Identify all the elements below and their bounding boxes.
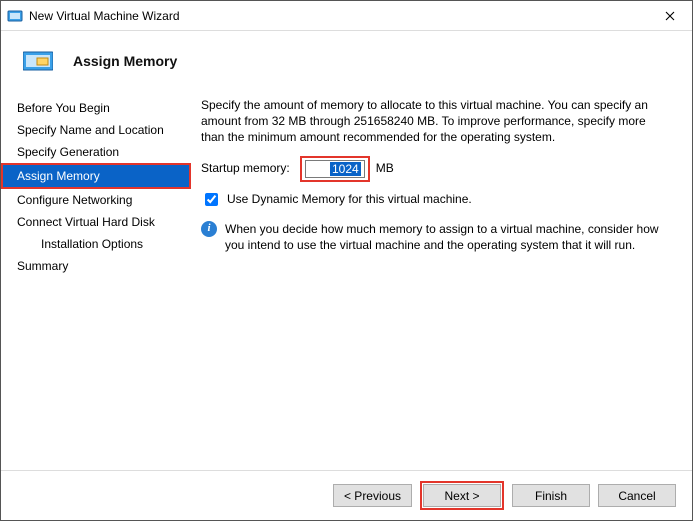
page-heading: Assign Memory — [73, 53, 177, 69]
titlebar: New Virtual Machine Wizard — [1, 1, 692, 31]
nav-configure-networking[interactable]: Configure Networking — [1, 189, 191, 211]
finish-button[interactable]: Finish — [512, 484, 590, 507]
nav-connect-vhd[interactable]: Connect Virtual Hard Disk — [1, 211, 191, 233]
wizard-window: New Virtual Machine Wizard Assign Memory… — [0, 0, 693, 521]
wizard-header: Assign Memory — [1, 31, 692, 91]
dynamic-memory-row: Use Dynamic Memory for this virtual mach… — [201, 190, 670, 209]
wizard-content: Specify the amount of memory to allocate… — [191, 91, 674, 470]
wizard-banner-icon — [23, 50, 53, 72]
next-button[interactable]: Next > — [423, 484, 501, 507]
previous-button[interactable]: < Previous — [333, 484, 412, 507]
startup-memory-input[interactable]: 1024 — [305, 160, 365, 178]
dynamic-memory-checkbox[interactable] — [205, 193, 218, 206]
startup-memory-row: Startup memory: 1024 MB — [201, 156, 670, 182]
nav-specify-name-location[interactable]: Specify Name and Location — [1, 119, 191, 141]
startup-memory-value: 1024 — [330, 162, 361, 176]
nav-installation-options[interactable]: Installation Options — [1, 233, 191, 255]
wizard-footer: < Previous Next > Finish Cancel — [1, 470, 692, 520]
nav-summary[interactable]: Summary — [1, 255, 191, 277]
cancel-button[interactable]: Cancel — [598, 484, 676, 507]
nav-specify-generation[interactable]: Specify Generation — [1, 141, 191, 163]
app-icon — [7, 8, 23, 24]
info-text: When you decide how much memory to assig… — [225, 221, 670, 253]
window-title: New Virtual Machine Wizard — [29, 9, 648, 23]
nav-assign-memory[interactable]: Assign Memory — [1, 163, 191, 189]
wizard-body: Before You Begin Specify Name and Locati… — [1, 91, 692, 470]
dynamic-memory-label: Use Dynamic Memory for this virtual mach… — [227, 191, 472, 207]
startup-memory-highlight: 1024 — [300, 156, 370, 182]
wizard-nav: Before You Begin Specify Name and Locati… — [1, 91, 191, 470]
startup-memory-unit: MB — [370, 160, 394, 176]
nav-assign-memory-label: Assign Memory — [3, 165, 189, 187]
startup-memory-label: Startup memory: — [201, 160, 300, 176]
info-row: i When you decide how much memory to ass… — [201, 221, 670, 253]
intro-text: Specify the amount of memory to allocate… — [201, 97, 670, 146]
info-icon: i — [201, 221, 217, 237]
next-button-highlight: Next > — [420, 481, 504, 510]
nav-before-you-begin[interactable]: Before You Begin — [1, 97, 191, 119]
close-button[interactable] — [648, 1, 692, 31]
